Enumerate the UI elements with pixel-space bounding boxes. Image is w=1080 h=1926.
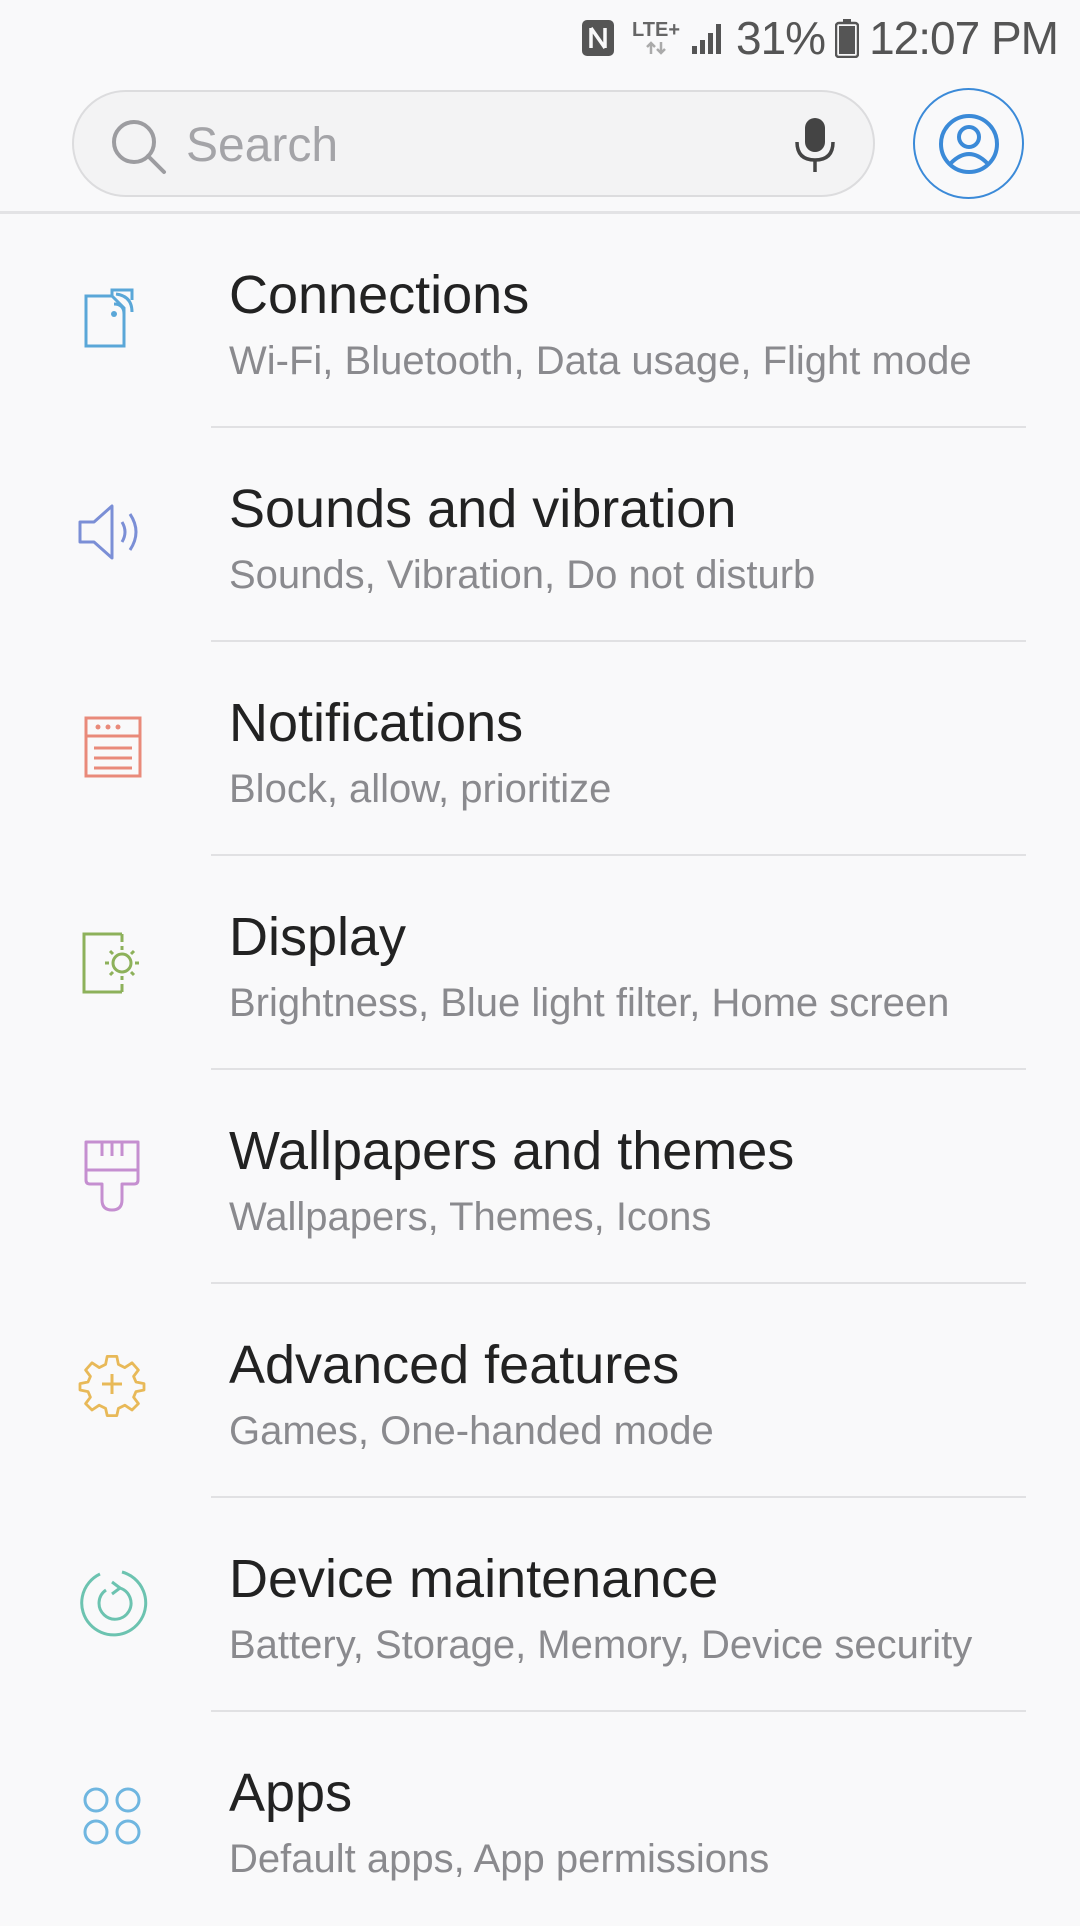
settings-item-apps[interactable]: Apps Default apps, App permissions xyxy=(0,1712,1080,1926)
gear-plus-icon xyxy=(78,1355,146,1418)
item-subtitle: Default apps, App permissions xyxy=(229,1837,770,1881)
paintbrush-icon xyxy=(84,1140,140,1212)
maintenance-icon xyxy=(80,1570,148,1637)
item-title: Connections xyxy=(229,265,530,325)
settings-item-advanced[interactable]: Advanced features Games, One-handed mode xyxy=(0,1284,1080,1498)
profile-button[interactable] xyxy=(913,88,1024,199)
signal-icon xyxy=(690,20,726,56)
item-title: Notifications xyxy=(229,693,524,753)
item-subtitle: Block, allow, prioritize xyxy=(229,767,612,811)
search-icon xyxy=(112,120,166,174)
item-title: Apps xyxy=(229,1763,353,1823)
settings-item-notifications[interactable]: Notifications Block, allow, prioritize xyxy=(0,642,1080,856)
item-subtitle: Wallpapers, Themes, Icons xyxy=(229,1195,712,1239)
battery-percent: 31% xyxy=(736,12,826,64)
settings-item-display[interactable]: Display Brightness, Blue light filter, H… xyxy=(0,856,1080,1070)
search-input[interactable] xyxy=(184,112,748,178)
item-subtitle: Brightness, Blue light filter, Home scre… xyxy=(229,981,950,1025)
settings-item-sounds[interactable]: Sounds and vibration Sounds, Vibration, … xyxy=(0,428,1080,642)
settings-item-wallpapers[interactable]: Wallpapers and themes Wallpapers, Themes… xyxy=(0,1070,1080,1284)
speaker-icon xyxy=(78,504,138,560)
item-subtitle: Sounds, Vibration, Do not disturb xyxy=(229,553,816,597)
apps-icon xyxy=(83,1787,141,1845)
display-icon xyxy=(82,932,139,994)
item-subtitle: Battery, Storage, Memory, Device securit… xyxy=(229,1623,973,1667)
connections-icon xyxy=(84,288,134,348)
account-icon xyxy=(938,113,999,174)
item-title: Display xyxy=(229,907,407,967)
item-title: Device maintenance xyxy=(229,1549,719,1609)
mic-icon[interactable] xyxy=(793,116,837,176)
item-subtitle: Wi-Fi, Bluetooth, Data usage, Flight mod… xyxy=(229,339,972,383)
settings-list: Connections Wi-Fi, Bluetooth, Data usage… xyxy=(0,214,1080,1926)
settings-item-connections[interactable]: Connections Wi-Fi, Bluetooth, Data usage… xyxy=(0,214,1080,428)
lte-data-icon: LTE+ xyxy=(632,20,680,56)
battery-icon xyxy=(835,18,860,58)
clock: 12:07 PM xyxy=(869,12,1059,64)
header xyxy=(0,76,1080,214)
search-bar[interactable] xyxy=(72,90,875,197)
status-bar: LTE+ 31% 12:07 PM xyxy=(0,0,1080,76)
item-title: Sounds and vibration xyxy=(229,479,737,539)
settings-item-device-maintenance[interactable]: Device maintenance Battery, Storage, Mem… xyxy=(0,1498,1080,1712)
nfc-icon xyxy=(580,18,616,58)
item-subtitle: Games, One-handed mode xyxy=(229,1409,714,1453)
item-title: Advanced features xyxy=(229,1335,680,1395)
item-title: Wallpapers and themes xyxy=(229,1121,795,1181)
notifications-icon xyxy=(84,716,142,778)
